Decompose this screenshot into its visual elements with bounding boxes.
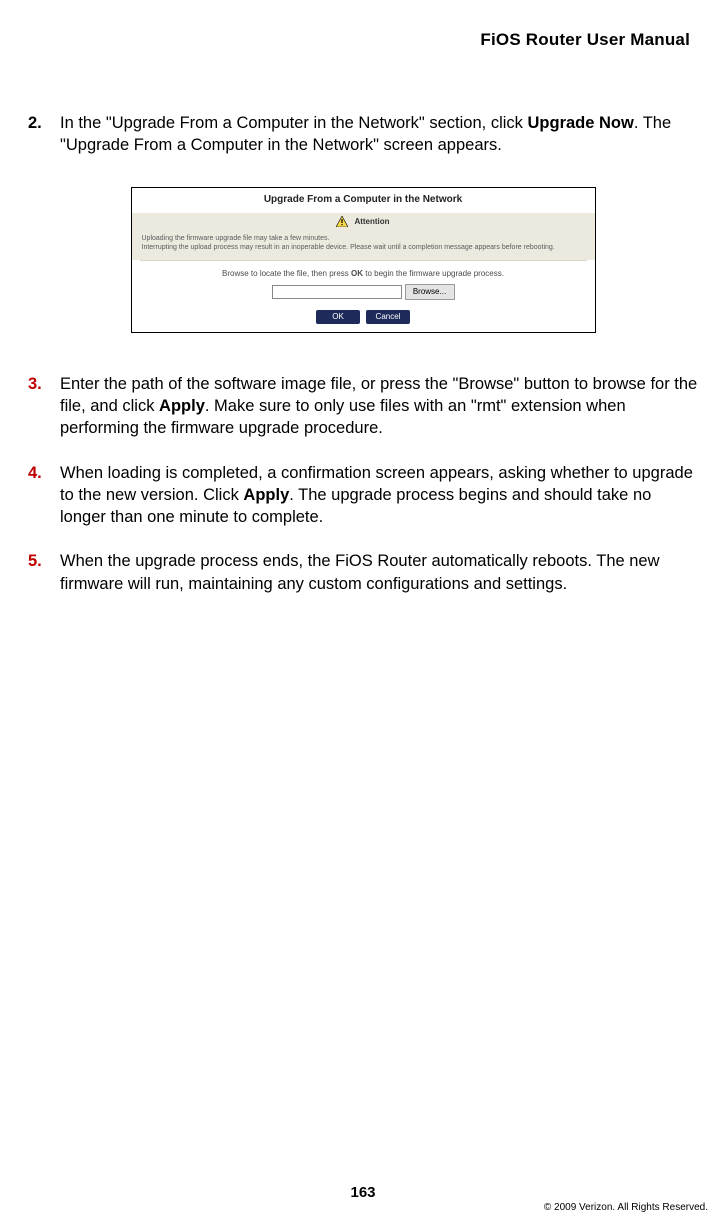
step-5-number: 5. — [28, 550, 60, 595]
upgrade-panel: Upgrade From a Computer in the Network A… — [131, 187, 596, 333]
step-2-number: 2. — [28, 112, 60, 157]
step-2-body: In the "Upgrade From a Computer in the N… — [60, 112, 698, 157]
file-row: Browse... — [132, 284, 595, 306]
copyright: © 2009 Verizon. All Rights Reserved. — [544, 1202, 708, 1213]
panel-title: Upgrade From a Computer in the Network — [132, 188, 595, 213]
step-2-bold: Upgrade Now — [528, 114, 634, 132]
step-3: 3. Enter the path of the software image … — [28, 373, 698, 440]
step-5-body: When the upgrade process ends, the FiOS … — [60, 550, 698, 595]
step-3-bold: Apply — [159, 397, 205, 415]
warning-icon — [336, 216, 348, 227]
page-number: 163 — [0, 1184, 726, 1201]
button-row: OK Cancel — [132, 306, 595, 332]
cancel-button[interactable]: Cancel — [366, 310, 410, 324]
step-4-number: 4. — [28, 462, 60, 529]
step-5: 5. When the upgrade process ends, the Fi… — [28, 550, 698, 595]
embedded-screenshot-wrap: Upgrade From a Computer in the Network A… — [28, 187, 698, 333]
attention-row: Attention — [132, 213, 595, 230]
panel-msg-line2: Interrupting the upload process may resu… — [142, 243, 585, 252]
attention-label: Attention — [354, 217, 389, 226]
step-2-text-pre: In the "Upgrade From a Computer in the N… — [60, 114, 528, 132]
panel-instruction: Browse to locate the file, then press OK… — [132, 261, 595, 284]
step-4-bold: Apply — [243, 486, 289, 504]
file-path-input[interactable] — [272, 285, 402, 299]
panel-instr-bold: OK — [351, 269, 363, 278]
main-content: 2. In the "Upgrade From a Computer in th… — [28, 112, 698, 595]
step-3-number: 3. — [28, 373, 60, 440]
panel-instr-post: to begin the firmware upgrade process. — [363, 269, 504, 278]
panel-message: Uploading the firmware upgrade file may … — [132, 230, 595, 260]
step-4-body: When loading is completed, a confirmatio… — [60, 462, 698, 529]
step-2: 2. In the "Upgrade From a Computer in th… — [28, 112, 698, 157]
panel-instr-pre: Browse to locate the file, then press — [222, 269, 351, 278]
panel-msg-line1: Uploading the firmware upgrade file may … — [142, 234, 585, 243]
step-3-body: Enter the path of the software image fil… — [60, 373, 698, 440]
step-5-text-pre: When the upgrade process ends, the FiOS … — [60, 552, 660, 592]
step-4: 4. When loading is completed, a confirma… — [28, 462, 698, 529]
page-header-title: FiOS Router User Manual — [28, 30, 698, 50]
ok-button[interactable]: OK — [316, 310, 360, 324]
browse-button[interactable]: Browse... — [405, 284, 455, 300]
